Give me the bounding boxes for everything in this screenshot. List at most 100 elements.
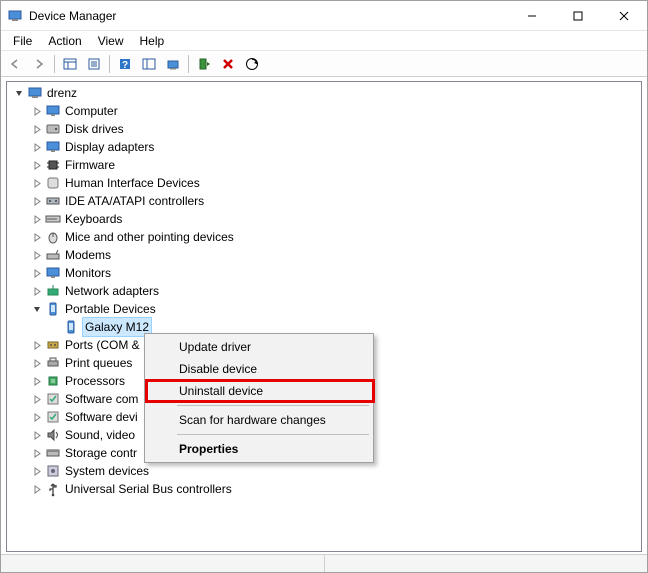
uninstall-device-icon[interactable] bbox=[217, 53, 239, 75]
tree-label: Computer bbox=[65, 102, 118, 120]
back-button[interactable] bbox=[4, 53, 26, 75]
monitor-icon bbox=[45, 103, 61, 119]
tree-category[interactable]: Portable Devices bbox=[11, 300, 641, 318]
device-tree[interactable]: drenz Computer Disk drives Display adapt… bbox=[6, 81, 642, 552]
update-driver-icon[interactable] bbox=[162, 53, 184, 75]
network-icon bbox=[45, 283, 61, 299]
expand-icon[interactable] bbox=[31, 449, 43, 458]
mouse-icon bbox=[45, 229, 61, 245]
minimize-button[interactable] bbox=[509, 1, 555, 31]
tree-label: Storage contr bbox=[65, 444, 137, 462]
tree-label: Universal Serial Bus controllers bbox=[65, 480, 232, 498]
tree-category[interactable]: Firmware bbox=[11, 156, 641, 174]
enable-device-icon[interactable] bbox=[193, 53, 215, 75]
expand-icon[interactable] bbox=[31, 395, 43, 404]
expand-icon[interactable] bbox=[31, 125, 43, 134]
collapse-icon[interactable] bbox=[13, 89, 25, 98]
cpu-icon bbox=[45, 373, 61, 389]
menu-help[interactable]: Help bbox=[132, 32, 173, 50]
tree-label: Keyboards bbox=[65, 210, 122, 228]
ctx-separator bbox=[177, 405, 369, 406]
tree-label: Mice and other pointing devices bbox=[65, 228, 234, 246]
properties-icon[interactable] bbox=[83, 53, 105, 75]
scan-hardware-icon[interactable] bbox=[241, 53, 263, 75]
computer-icon bbox=[27, 85, 43, 101]
tree-category[interactable]: Human Interface Devices bbox=[11, 174, 641, 192]
port-icon bbox=[45, 337, 61, 353]
expand-icon[interactable] bbox=[31, 431, 43, 440]
tree-label: Software devi bbox=[65, 408, 138, 426]
forward-button[interactable] bbox=[28, 53, 50, 75]
ctx-update-driver[interactable]: Update driver bbox=[147, 336, 371, 358]
tree-category[interactable]: Keyboards bbox=[11, 210, 641, 228]
menu-view[interactable]: View bbox=[90, 32, 132, 50]
menu-file[interactable]: File bbox=[5, 32, 40, 50]
expand-icon[interactable] bbox=[31, 269, 43, 278]
tree-label: Display adapters bbox=[65, 138, 154, 156]
tree-category[interactable]: Network adapters bbox=[11, 282, 641, 300]
ctx-scan-hardware[interactable]: Scan for hardware changes bbox=[147, 409, 371, 431]
expand-icon[interactable] bbox=[31, 161, 43, 170]
svg-text:?: ? bbox=[122, 60, 128, 71]
tree-category[interactable]: Computer bbox=[11, 102, 641, 120]
tree-category[interactable]: Disk drives bbox=[11, 120, 641, 138]
tree-label: Disk drives bbox=[65, 120, 124, 138]
tree-category[interactable]: Universal Serial Bus controllers bbox=[11, 480, 641, 498]
disk-icon bbox=[45, 121, 61, 137]
tree-label: Network adapters bbox=[65, 282, 159, 300]
expand-icon[interactable] bbox=[31, 107, 43, 116]
expand-icon[interactable] bbox=[31, 467, 43, 476]
tree-category[interactable]: Mice and other pointing devices bbox=[11, 228, 641, 246]
expand-icon[interactable] bbox=[31, 377, 43, 386]
tree-category[interactable]: System devices bbox=[11, 462, 641, 480]
tree-root[interactable]: drenz bbox=[11, 84, 641, 102]
expand-icon[interactable] bbox=[31, 413, 43, 422]
tree-category[interactable]: Display adapters bbox=[11, 138, 641, 156]
window-title: Device Manager bbox=[29, 9, 116, 23]
ctx-properties[interactable]: Properties bbox=[147, 438, 371, 460]
expand-icon[interactable] bbox=[31, 179, 43, 188]
titlebar: Device Manager bbox=[1, 1, 647, 31]
keyboard-icon bbox=[45, 211, 61, 227]
system-icon bbox=[45, 463, 61, 479]
statusbar bbox=[1, 554, 647, 572]
expand-icon[interactable] bbox=[31, 215, 43, 224]
expand-icon[interactable] bbox=[31, 485, 43, 494]
portable-device-icon bbox=[63, 319, 79, 335]
monitor-icon bbox=[45, 139, 61, 155]
tree-category[interactable]: Monitors bbox=[11, 264, 641, 282]
modem-icon bbox=[45, 247, 61, 263]
tree-label: Software com bbox=[65, 390, 138, 408]
expand-icon[interactable] bbox=[31, 233, 43, 242]
tree-label: System devices bbox=[65, 462, 149, 480]
expand-icon[interactable] bbox=[31, 341, 43, 350]
monitor-icon bbox=[45, 265, 61, 281]
context-menu: Update driver Disable device Uninstall d… bbox=[144, 333, 374, 463]
menu-action[interactable]: Action bbox=[40, 32, 89, 50]
close-button[interactable] bbox=[601, 1, 647, 31]
expand-icon[interactable] bbox=[31, 359, 43, 368]
ctx-uninstall-device[interactable]: Uninstall device bbox=[147, 380, 371, 402]
show-hidden-icon[interactable] bbox=[59, 53, 81, 75]
tree-label: Portable Devices bbox=[65, 300, 156, 318]
tree-label: drenz bbox=[47, 84, 77, 102]
ctx-disable-device[interactable]: Disable device bbox=[147, 358, 371, 380]
tree-category[interactable]: IDE ATA/ATAPI controllers bbox=[11, 192, 641, 210]
software-icon bbox=[45, 391, 61, 407]
tree-label: Ports (COM & bbox=[65, 336, 140, 354]
toolbar-separator bbox=[54, 55, 55, 73]
tree-label: Print queues bbox=[65, 354, 132, 372]
toolbar: ? bbox=[1, 51, 647, 77]
action-icon[interactable] bbox=[138, 53, 160, 75]
tree-category[interactable]: Modems bbox=[11, 246, 641, 264]
maximize-button[interactable] bbox=[555, 1, 601, 31]
collapse-icon[interactable] bbox=[31, 305, 43, 314]
statusbar-cell bbox=[1, 555, 325, 572]
help-icon[interactable]: ? bbox=[114, 53, 136, 75]
expand-icon[interactable] bbox=[31, 143, 43, 152]
expand-icon[interactable] bbox=[31, 251, 43, 260]
hid-icon bbox=[45, 175, 61, 191]
expand-icon[interactable] bbox=[31, 197, 43, 206]
expand-icon[interactable] bbox=[31, 287, 43, 296]
app-icon bbox=[7, 8, 23, 24]
